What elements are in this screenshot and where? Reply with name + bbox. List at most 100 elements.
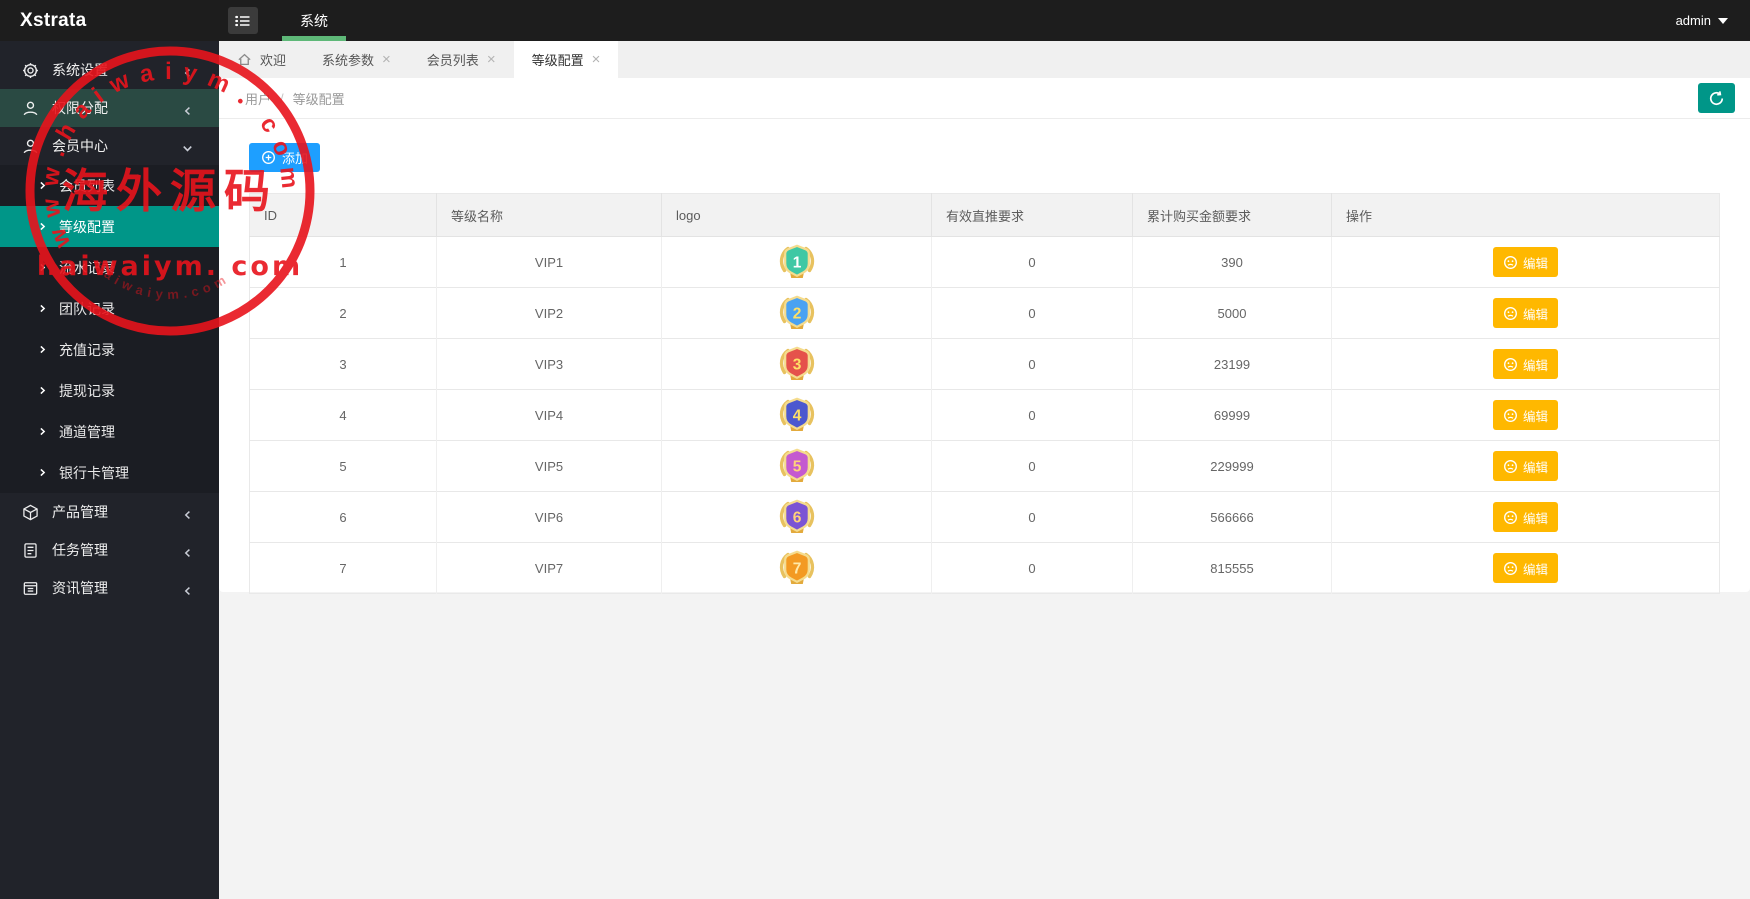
edit-button-label: 编辑 [1522,256,1548,271]
tab-label: 等级配置 [531,53,584,68]
vip-medal-icon: 4 [779,397,814,431]
edit-button[interactable]: 编辑 [1492,400,1558,430]
close-icon[interactable] [592,52,601,67]
sidebar-subitem[interactable]: 通道管理 [0,411,219,452]
tab[interactable]: 系统参数 [304,41,409,78]
sidebar-item[interactable]: 产品管理 [0,493,219,531]
sidebar-item[interactable]: 权限分配 [0,89,219,127]
svg-text:6: 6 [792,510,801,527]
cell-amount-requirement: 5000 [1132,287,1332,339]
close-icon[interactable] [382,52,391,67]
cell-actions: 编辑 [1331,389,1720,441]
cell-logo: 1 [661,236,932,288]
edit-face-icon [1503,306,1518,321]
sidebar-subitem-label: 提现记录 [59,382,115,399]
column-header: logo [661,193,932,237]
edit-button[interactable]: 编辑 [1492,298,1558,328]
add-button-label: 添加 [282,151,309,166]
cell-logo: 6 [661,491,932,543]
cell-id: 1 [249,236,437,288]
column-header: 等级名称 [436,193,662,237]
breadcrumb-bar: 用户 / 等级配置 [219,78,1750,119]
table-row: 5 VIP5 5 0 229999 编辑 [249,440,1720,492]
sidebar-item-label: 产品管理 [52,504,108,520]
sidebar-subitem-label: 银行卡管理 [59,464,129,481]
content-card: 添加 ID 等级名称 logo 有效直推要求 累计购买金额要求 操作 1 VIP1 1 0 390… [219,119,1750,594]
sidebar-item[interactable]: 会员中心 [0,127,219,165]
sidebar-subitem[interactable]: 充值记录 [0,329,219,370]
sidebar-subitem-label: 通道管理 [59,423,115,440]
cell-direct-requirement: 0 [931,338,1133,390]
cell-direct-requirement: 0 [931,491,1133,543]
cell-logo: 4 [661,389,932,441]
vip-medal-icon: 1 [779,244,814,278]
refresh-button[interactable] [1698,83,1735,113]
svg-text:3: 3 [792,357,801,374]
table-row: 1 VIP1 1 0 390 编辑 [249,236,1720,288]
cell-amount-requirement: 566666 [1132,491,1332,543]
news-icon [22,580,39,597]
sidebar-subitem[interactable]: 等级配置 [0,206,219,247]
add-button[interactable]: 添加 [249,143,321,172]
svg-text:4: 4 [792,408,801,425]
svg-text:1: 1 [792,255,801,272]
sidebar-submenu: 会员列表 等级配置 流水记录 团队记录充值记录提现记录通道管理银行卡管理 [0,165,219,493]
edit-button[interactable]: 编辑 [1492,349,1558,379]
edit-button[interactable]: 编辑 [1492,502,1558,532]
tab[interactable]: 会员列表 [409,41,514,78]
sidebar-item-label: 权限分配 [52,100,108,116]
edit-button-label: 编辑 [1522,511,1548,526]
edit-face-icon [1503,255,1518,270]
main-area: 欢迎系统参数 会员列表 等级配置 用户 / 等级配置 添加 [219,41,1750,899]
cell-direct-requirement: 0 [931,440,1133,492]
close-icon[interactable] [487,52,496,67]
sidebar-subitem-label: 充值记录 [59,341,115,358]
breadcrumb-link-user[interactable]: 用户 [245,89,271,108]
sidebar-subitem[interactable]: 会员列表 [0,165,219,206]
edit-button[interactable]: 编辑 [1492,553,1558,583]
chevron-right-icon [38,386,47,395]
user-dropdown[interactable]: admin [1676,13,1750,28]
edit-button-label: 编辑 [1522,409,1548,424]
sidebar-item[interactable]: 任务管理 [0,531,219,569]
cell-logo: 2 [661,287,932,339]
cell-level-name: VIP7 [436,542,662,594]
sidebar-item-label: 资讯管理 [52,580,108,596]
cell-id: 3 [249,338,437,390]
tab[interactable]: 等级配置 [513,41,619,78]
cell-actions: 编辑 [1331,287,1720,339]
username: admin [1675,13,1711,28]
sidebar-subitem[interactable]: 银行卡管理 [0,452,219,493]
sidebar-subitem[interactable]: 提现记录 [0,370,219,411]
chevron-right-icon [38,427,47,436]
task-icon [22,542,39,559]
chevron-left-icon [183,545,193,561]
edit-button[interactable]: 编辑 [1492,247,1558,277]
gear-icon [22,62,39,79]
tab-label: 会员列表 [426,53,479,68]
tab[interactable]: 欢迎 [219,41,304,78]
cell-direct-requirement: 0 [931,236,1133,288]
table-row: 7 VIP7 7 0 815555 编辑 [249,542,1720,594]
hamburger-button[interactable] [228,7,258,34]
vip-medal-icon: 3 [779,346,814,380]
vip-medal-icon: 2 [779,295,814,329]
topnav-item-system[interactable]: 系统 [282,0,346,41]
cell-direct-requirement: 0 [931,389,1133,441]
topnav-item-label: 系统 [300,12,328,29]
cell-actions: 编辑 [1331,338,1720,390]
sidebar-item[interactable]: 系统设置 [0,51,219,89]
cell-direct-requirement: 0 [931,287,1133,339]
edit-button[interactable]: 编辑 [1492,451,1558,481]
svg-text:7: 7 [792,561,801,578]
levels-table: ID 等级名称 logo 有效直推要求 累计购买金额要求 操作 1 VIP1 1 0 390 编辑 2… [249,193,1720,594]
sidebar-item[interactable]: 资讯管理 [0,569,219,607]
table-row: 6 VIP6 6 0 566666 编辑 [249,491,1720,543]
chevron-right-icon [38,468,47,477]
chevron-down-icon [182,141,193,157]
sidebar-subitem[interactable]: 流水记录 [0,247,219,288]
sidebar-subitem[interactable]: 团队记录 [0,288,219,329]
edit-face-icon [1503,357,1518,372]
table-header-row: ID 等级名称 logo 有效直推要求 累计购买金额要求 操作 [249,193,1720,237]
column-header: 有效直推要求 [931,193,1133,237]
